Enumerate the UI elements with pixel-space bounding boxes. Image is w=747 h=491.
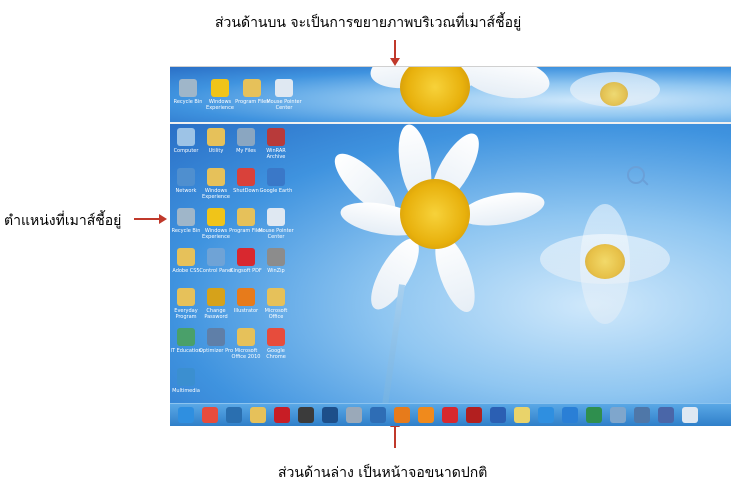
left-arrow (134, 218, 160, 220)
desktop-shortcut[interactable]: Recycle Bin (170, 79, 206, 105)
desktop-shortcut[interactable]: Program Files (234, 79, 270, 105)
winzip-icon (267, 248, 285, 266)
settings-icon[interactable] (634, 407, 650, 423)
star-icon (211, 79, 229, 97)
desktop-shortcut[interactable]: Microsoft Office (258, 288, 294, 320)
headset-icon (275, 79, 293, 97)
shortcut-label: Google Earth (259, 188, 293, 194)
globe-icon[interactable] (562, 407, 578, 423)
folder-icon (243, 79, 261, 97)
left-caption: ตำแหน่งที่เมาส์ชี้อยู่ (4, 213, 122, 229)
users-icon (237, 128, 255, 146)
taskbar (170, 403, 731, 426)
shortcut-label: Recycle Bin (173, 99, 203, 105)
keyboard-icon[interactable] (682, 407, 698, 423)
computer-icon[interactable] (610, 407, 626, 423)
shortcut-label: Windows Experience (206, 99, 234, 111)
media-icon (177, 368, 195, 386)
desktop-shortcut[interactable]: Windows Experience (202, 79, 238, 111)
top-arrow-head (390, 58, 400, 66)
folder-icon (237, 328, 255, 346)
x-app-icon[interactable] (466, 407, 482, 423)
left-arrow-head (159, 214, 167, 224)
k-app-icon (237, 248, 255, 266)
chrome-icon (267, 328, 285, 346)
shortcut-label: Mouse Pointer Center (266, 99, 302, 111)
desktop-shortcut[interactable]: Google Earth (258, 168, 294, 194)
computer-icon (177, 128, 195, 146)
globe-icon (267, 168, 285, 186)
illustrator-icon (237, 288, 255, 306)
printer-icon[interactable] (346, 407, 362, 423)
photoshop-icon[interactable] (322, 407, 338, 423)
desktop-shortcut[interactable]: Mouse Pointer Center (258, 208, 294, 240)
red-app-icon[interactable] (274, 407, 290, 423)
daisy-background-zoomed (560, 67, 670, 122)
chrome-icon[interactable] (202, 407, 218, 423)
daisy-flower-zoomed (340, 67, 553, 122)
folder-icon[interactable] (250, 407, 266, 423)
control-panel-icon (207, 248, 225, 266)
folder-icon (177, 248, 195, 266)
headset-icon (267, 208, 285, 226)
shortcut-label: Multimedia (172, 388, 200, 394)
desktop-shortcut[interactable]: WinRAR Archive (258, 128, 294, 160)
shield-icon[interactable] (658, 407, 674, 423)
desktop-shortcut[interactable]: WinZip (258, 248, 294, 274)
shortcut-label: Google Chrome (266, 348, 286, 360)
archive-icon (267, 128, 285, 146)
whale-icon[interactable] (226, 407, 242, 423)
magnifier-view: Recycle Bin Windows Experience Program Fil… (170, 66, 731, 125)
folder-icon (207, 128, 225, 146)
tools-icon (207, 328, 225, 346)
bottom-arrow (394, 424, 396, 448)
shortcut-label: Mouse Pointer Center (258, 228, 294, 240)
media-icon[interactable] (586, 407, 602, 423)
folder-icon (267, 288, 285, 306)
shortcut-label: WinZip (267, 268, 285, 274)
network-icon[interactable] (370, 407, 386, 423)
shortcut-label: WinRAR Archive (266, 148, 286, 160)
desktop-screen: Computer Utility My Files WinRAR Archive Net… (170, 124, 731, 426)
recycle-bin-icon (177, 208, 195, 226)
word-icon[interactable] (490, 407, 506, 423)
ie-icon[interactable] (178, 407, 194, 423)
k-app-icon[interactable] (442, 407, 458, 423)
keys-icon (207, 288, 225, 306)
top-caption: ส่วนด้านบน จะเป็นการขยายภาพบริเวณที่เมาส… (215, 15, 522, 31)
vlc-icon[interactable] (418, 407, 434, 423)
star-icon (207, 208, 225, 226)
daisy-background (530, 194, 680, 334)
shortcut-label: Program Files (235, 99, 269, 105)
desktop-shortcut[interactable]: Google Chrome (258, 328, 294, 360)
folder-icon (237, 208, 255, 226)
magnifier-lens-icon[interactable] (627, 166, 645, 184)
recycle-bin-icon (179, 79, 197, 97)
folder-icon (207, 168, 225, 186)
shortcut-label: Microsoft Office (264, 308, 288, 320)
desktop-shortcut[interactable]: Multimedia (170, 368, 204, 394)
daisy-flower (320, 124, 547, 324)
folder-icon (177, 288, 195, 306)
bottom-caption: ส่วนด้านล่าง เป็นหน้าจอขนาดปกติ (278, 465, 488, 481)
network-icon (177, 168, 195, 186)
desktop-shortcut[interactable]: Mouse Pointer Center (266, 79, 302, 111)
ie-icon[interactable] (538, 407, 554, 423)
movie-icon[interactable] (298, 407, 314, 423)
illustrator-icon[interactable] (394, 407, 410, 423)
power-icon (237, 168, 255, 186)
top-arrow (394, 40, 396, 60)
network-drive-icon (177, 328, 195, 346)
notes-icon[interactable] (514, 407, 530, 423)
